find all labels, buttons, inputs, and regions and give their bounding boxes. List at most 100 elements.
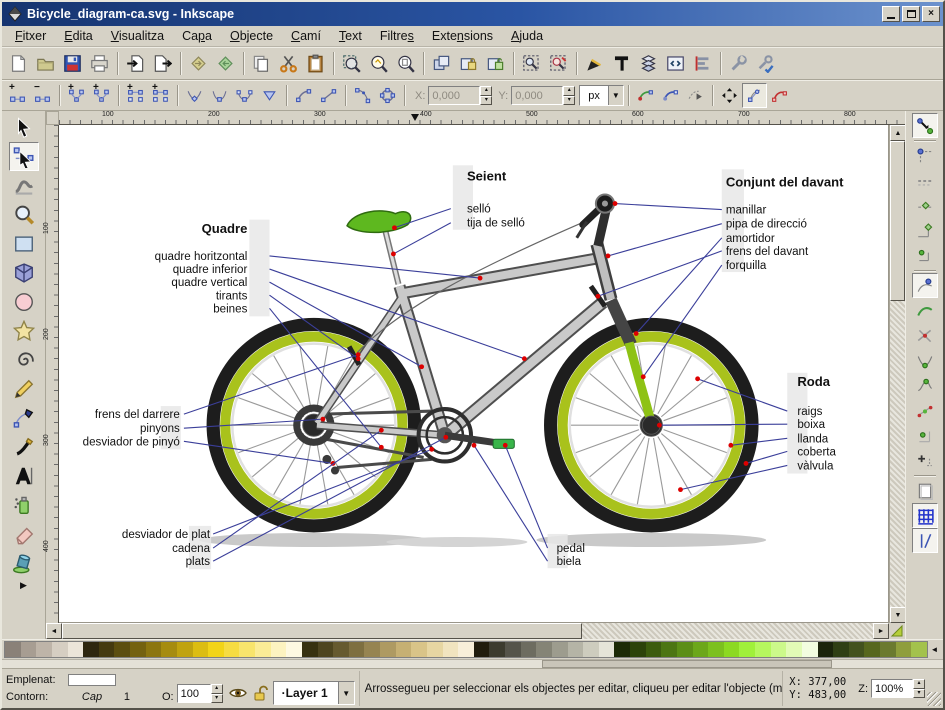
vertical-scrollbar[interactable]: ▲ ▼ [889, 125, 905, 623]
calligraphy-tool-button[interactable] [9, 432, 39, 461]
palette-swatch-8[interactable] [130, 642, 146, 657]
snap-snap-bbox-edge-midpoints-button[interactable] [912, 218, 938, 243]
node-object-to-path-button[interactable] [350, 83, 375, 108]
window-resize-grip[interactable] [927, 692, 941, 706]
toolbar-zoom-page-button[interactable] [392, 50, 419, 77]
palette-swatch-42[interactable] [661, 642, 677, 657]
palette-swatch-52[interactable] [818, 642, 834, 657]
quick-zoom-icon[interactable] [889, 623, 905, 639]
box3d-tool-button[interactable] [9, 258, 39, 287]
node-stroke-to-path-button[interactable] [375, 83, 400, 108]
toolbar-export-button[interactable] [149, 50, 176, 77]
snap-snap-bbox-corners-button[interactable] [912, 193, 938, 218]
snap-snap-guides-button[interactable] [912, 528, 938, 553]
horizontal-scroll-thumb[interactable] [62, 623, 582, 639]
node-segment-to-line-button[interactable] [316, 83, 341, 108]
toolbar-open-document-button[interactable] [32, 50, 59, 77]
node-segment-to-curve-button[interactable] [291, 83, 316, 108]
palette-swatch-2[interactable] [36, 642, 52, 657]
palette-swatch-53[interactable] [833, 642, 849, 657]
palette-swatch-29[interactable] [458, 642, 474, 657]
toolbar-align-dialog-button[interactable] [689, 50, 716, 77]
node-y-spinner[interactable]: ▴▾ [563, 86, 575, 105]
palette-swatch-24[interactable] [380, 642, 396, 657]
toolbar-text-dialog-button[interactable] [608, 50, 635, 77]
menu-cam[interactable]: Camí [282, 27, 330, 45]
snap-snap-nodes-button[interactable] [912, 273, 938, 298]
palette-swatch-43[interactable] [677, 642, 693, 657]
palette-swatch-49[interactable] [771, 642, 787, 657]
palette-swatch-13[interactable] [208, 642, 224, 657]
vertical-scroll-thumb[interactable] [890, 141, 905, 301]
palette-swatch-45[interactable] [708, 642, 724, 657]
node-node-symmetric-button[interactable] [232, 83, 257, 108]
palette-swatch-40[interactable] [630, 642, 646, 657]
title-bar[interactable]: Bicycle_diagram-ca.svg - Inkscape × [2, 2, 943, 26]
palette-scroll-left-arrow[interactable]: ◄ [928, 641, 941, 658]
menu-objecte[interactable]: Objecte [221, 27, 282, 45]
toolbar-input-devices-button[interactable] [752, 50, 779, 77]
palette-swatch-21[interactable] [333, 642, 349, 657]
node-x-spinner[interactable]: ▴▾ [480, 86, 492, 105]
spray-tool-button[interactable] [9, 490, 39, 519]
palette-swatch-50[interactable] [786, 642, 802, 657]
tweak-tool-button[interactable] [9, 171, 39, 200]
palette-swatch-30[interactable] [474, 642, 490, 657]
palette-swatch-34[interactable] [536, 642, 552, 657]
palette-swatch-22[interactable] [349, 642, 365, 657]
node-show-bezier-handles-button[interactable] [742, 83, 767, 108]
toolbar-zoom-selection-button[interactable] [338, 50, 365, 77]
layer-selector[interactable]: ·Layer 1 ▼ [273, 681, 355, 705]
node-x-input[interactable]: 0,000 [428, 86, 480, 105]
toolbar-create-clone-button[interactable] [455, 50, 482, 77]
snap-snap-path-intersections-button[interactable] [912, 323, 938, 348]
palette-swatch-17[interactable] [271, 642, 287, 657]
palette-swatch-36[interactable] [568, 642, 584, 657]
zoom-input[interactable]: 100% [871, 679, 913, 698]
palette-swatch-33[interactable] [521, 642, 537, 657]
node-node-smooth-button[interactable] [207, 83, 232, 108]
snap-snap-page-border-button[interactable] [912, 478, 938, 503]
toolbar-import-button[interactable] [122, 50, 149, 77]
text-tool-button[interactable] [9, 461, 39, 490]
palette-swatch-15[interactable] [239, 642, 255, 657]
palette-swatch-27[interactable] [427, 642, 443, 657]
node-tool-button[interactable] [9, 142, 39, 171]
palette-swatch-35[interactable] [552, 642, 568, 657]
node-show-path-outline-button[interactable] [767, 83, 792, 108]
toolbar-xml-editor-button[interactable] [662, 50, 689, 77]
minimize-button[interactable] [882, 6, 900, 22]
palette-swatch-57[interactable] [896, 642, 912, 657]
palette-swatch-3[interactable] [52, 642, 68, 657]
palette-swatch-56[interactable] [880, 642, 896, 657]
palette-swatch-14[interactable] [224, 642, 240, 657]
toolbar-ungroup-objects-button[interactable] [545, 50, 572, 77]
menu-ajuda[interactable]: Ajuda [502, 27, 552, 45]
node-join-with-segment-button[interactable]: + [123, 83, 148, 108]
palette-swatch-55[interactable] [864, 642, 880, 657]
toolbar-paste-button[interactable] [302, 50, 329, 77]
toolbar-duplicate-button[interactable] [428, 50, 455, 77]
toolbar-save-document-button[interactable] [59, 50, 86, 77]
maximize-button[interactable] [902, 6, 920, 22]
toolbar-layers-dialog-button[interactable] [635, 50, 662, 77]
node-delete-node-button[interactable]: − [30, 83, 55, 108]
menu-edita[interactable]: Edita [55, 27, 102, 45]
menu-text[interactable]: Text [330, 27, 371, 45]
node-delete-segment-button[interactable]: + [148, 83, 173, 108]
palette-swatch-6[interactable] [99, 642, 115, 657]
node-break-path-button[interactable]: + [64, 83, 89, 108]
snap-snap-smooth-nodes-button[interactable] [912, 373, 938, 398]
palette-swatch-44[interactable] [693, 642, 709, 657]
zoom-tool-button[interactable] [9, 200, 39, 229]
palette-swatch-28[interactable] [443, 642, 459, 657]
horizontal-scrollbar[interactable] [62, 623, 873, 639]
palette-swatch-4[interactable] [68, 642, 84, 657]
snap-snap-to-paths-button[interactable] [912, 298, 938, 323]
palette-swatch-10[interactable] [161, 642, 177, 657]
snap-snap-rotation-centers-button[interactable] [912, 448, 938, 473]
eraser-tool-button[interactable] [9, 519, 39, 548]
layer-visibility-toggle[interactable] [227, 682, 249, 704]
zoom-spinner[interactable]: ▴▾ [913, 679, 925, 698]
node-join-nodes-button[interactable]: + [89, 83, 114, 108]
